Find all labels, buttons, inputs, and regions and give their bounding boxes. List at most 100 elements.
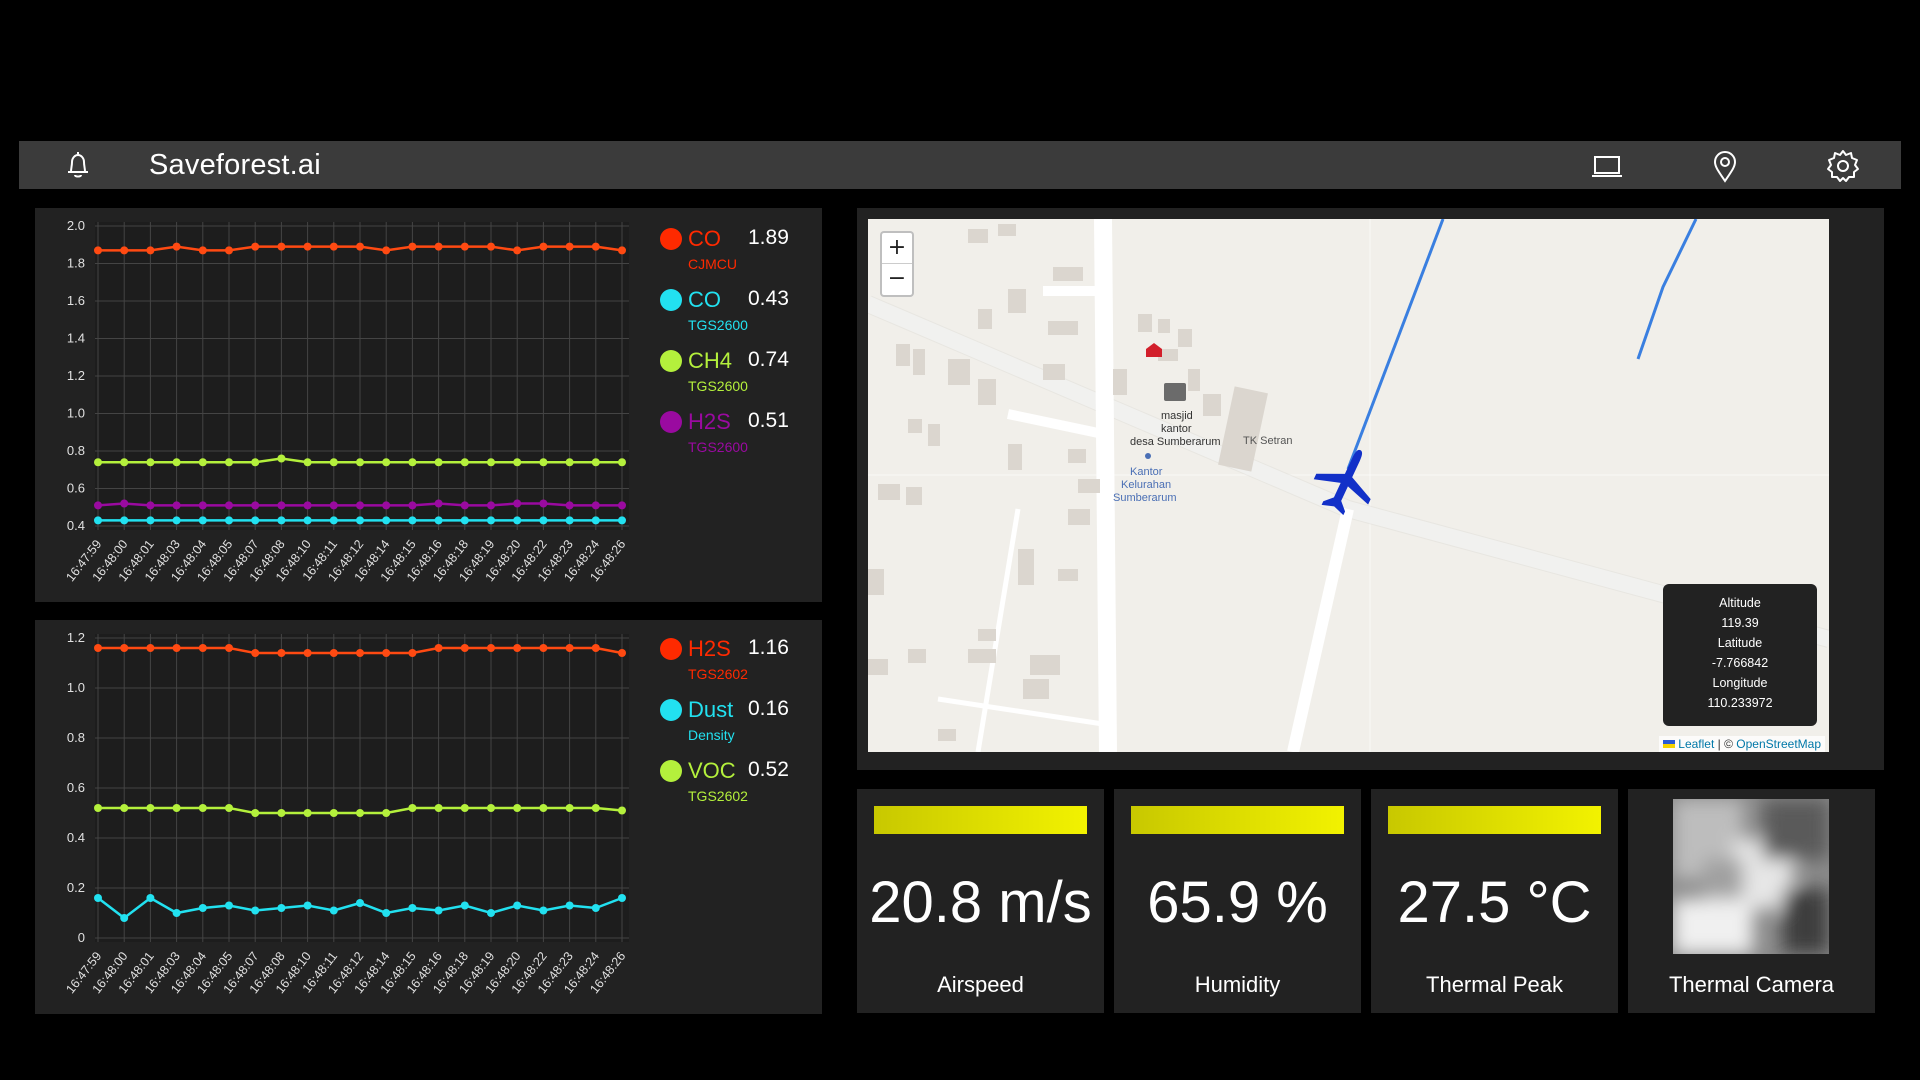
data-point[interactable] bbox=[277, 809, 286, 817]
thermal-camera-image[interactable] bbox=[1673, 799, 1829, 954]
data-point[interactable] bbox=[487, 516, 495, 525]
data-point[interactable] bbox=[303, 809, 312, 817]
data-point[interactable] bbox=[539, 516, 548, 525]
data-point[interactable] bbox=[618, 649, 626, 657]
data-point[interactable] bbox=[198, 804, 207, 812]
data-point[interactable] bbox=[172, 804, 181, 812]
legend-item[interactable]: H2S 0.51 TGS2600 bbox=[660, 407, 820, 463]
data-point[interactable] bbox=[198, 644, 207, 652]
data-point[interactable] bbox=[513, 499, 522, 508]
legend-item[interactable]: CO 0.43 TGS2600 bbox=[660, 285, 820, 341]
data-point[interactable] bbox=[172, 242, 181, 251]
data-point[interactable] bbox=[460, 901, 469, 910]
data-point[interactable] bbox=[356, 458, 364, 467]
data-point[interactable] bbox=[329, 649, 338, 657]
data-point[interactable] bbox=[460, 242, 469, 251]
data-point[interactable] bbox=[408, 904, 417, 912]
data-point[interactable] bbox=[513, 901, 522, 910]
data-point[interactable] bbox=[434, 906, 443, 915]
data-point[interactable] bbox=[618, 246, 626, 255]
data-point[interactable] bbox=[225, 458, 233, 467]
data-point[interactable] bbox=[225, 804, 233, 812]
data-point[interactable] bbox=[198, 458, 207, 467]
data-point[interactable] bbox=[277, 242, 286, 251]
data-point[interactable] bbox=[434, 804, 443, 812]
data-point[interactable] bbox=[120, 246, 129, 255]
data-point[interactable] bbox=[487, 242, 495, 251]
data-point[interactable] bbox=[251, 809, 260, 817]
data-point[interactable] bbox=[146, 644, 155, 652]
data-point[interactable] bbox=[618, 894, 626, 902]
data-point[interactable] bbox=[513, 516, 522, 525]
gear-icon[interactable] bbox=[1825, 148, 1861, 184]
data-point[interactable] bbox=[172, 644, 181, 652]
data-point[interactable] bbox=[356, 809, 364, 817]
bell-icon[interactable] bbox=[61, 148, 95, 182]
data-point[interactable] bbox=[225, 246, 233, 255]
data-point[interactable] bbox=[172, 909, 181, 917]
data-point[interactable] bbox=[120, 804, 129, 812]
legend-item[interactable]: CO 1.89 CJMCU bbox=[660, 224, 820, 280]
legend-item[interactable]: Dust 0.16 Density bbox=[660, 695, 820, 751]
data-point[interactable] bbox=[591, 501, 600, 510]
data-point[interactable] bbox=[513, 644, 522, 652]
data-point[interactable] bbox=[539, 499, 548, 508]
data-point[interactable] bbox=[382, 649, 391, 657]
data-point[interactable] bbox=[487, 644, 495, 652]
data-point[interactable] bbox=[225, 501, 233, 510]
data-point[interactable] bbox=[251, 516, 260, 525]
data-point[interactable] bbox=[565, 516, 574, 525]
data-point[interactable] bbox=[146, 516, 155, 525]
data-point[interactable] bbox=[277, 501, 286, 510]
data-point[interactable] bbox=[94, 458, 102, 467]
data-point[interactable] bbox=[146, 804, 155, 812]
data-point[interactable] bbox=[146, 894, 155, 902]
data-point[interactable] bbox=[460, 516, 469, 525]
data-point[interactable] bbox=[565, 804, 574, 812]
data-point[interactable] bbox=[591, 804, 600, 812]
data-point[interactable] bbox=[146, 458, 155, 467]
data-point[interactable] bbox=[434, 242, 443, 251]
data-point[interactable] bbox=[94, 246, 102, 255]
data-point[interactable] bbox=[408, 649, 417, 657]
data-point[interactable] bbox=[146, 246, 155, 255]
data-point[interactable] bbox=[172, 501, 181, 510]
data-point[interactable] bbox=[303, 649, 312, 657]
data-point[interactable] bbox=[539, 242, 548, 251]
data-point[interactable] bbox=[94, 894, 102, 902]
map-pin-icon[interactable] bbox=[1707, 148, 1743, 184]
data-point[interactable] bbox=[120, 644, 129, 652]
osm-link[interactable]: OpenStreetMap bbox=[1736, 737, 1821, 751]
data-point[interactable] bbox=[408, 804, 417, 812]
data-point[interactable] bbox=[565, 501, 574, 510]
data-point[interactable] bbox=[356, 242, 364, 251]
data-point[interactable] bbox=[120, 499, 129, 508]
data-point[interactable] bbox=[329, 809, 338, 817]
data-point[interactable] bbox=[591, 516, 600, 525]
data-point[interactable] bbox=[487, 501, 495, 510]
data-point[interactable] bbox=[565, 901, 574, 910]
data-point[interactable] bbox=[513, 246, 522, 255]
data-point[interactable] bbox=[591, 904, 600, 912]
data-point[interactable] bbox=[539, 644, 548, 652]
data-point[interactable] bbox=[251, 242, 260, 251]
data-point[interactable] bbox=[460, 501, 469, 510]
laptop-icon[interactable] bbox=[1589, 148, 1625, 184]
legend-item[interactable]: CH4 0.74 TGS2600 bbox=[660, 346, 820, 402]
data-point[interactable] bbox=[434, 499, 443, 508]
data-point[interactable] bbox=[356, 501, 364, 510]
data-point[interactable] bbox=[225, 516, 233, 525]
legend-item[interactable]: H2S 1.16 TGS2602 bbox=[660, 634, 820, 690]
data-point[interactable] bbox=[382, 516, 391, 525]
data-point[interactable] bbox=[487, 804, 495, 812]
data-point[interactable] bbox=[460, 458, 469, 467]
data-point[interactable] bbox=[329, 458, 338, 467]
data-point[interactable] bbox=[356, 899, 364, 907]
data-point[interactable] bbox=[513, 458, 522, 467]
leaflet-link[interactable]: Leaflet bbox=[1678, 737, 1714, 751]
data-point[interactable] bbox=[277, 904, 286, 912]
data-point[interactable] bbox=[591, 242, 600, 251]
data-point[interactable] bbox=[120, 458, 129, 467]
data-point[interactable] bbox=[382, 246, 391, 255]
data-point[interactable] bbox=[120, 516, 129, 525]
